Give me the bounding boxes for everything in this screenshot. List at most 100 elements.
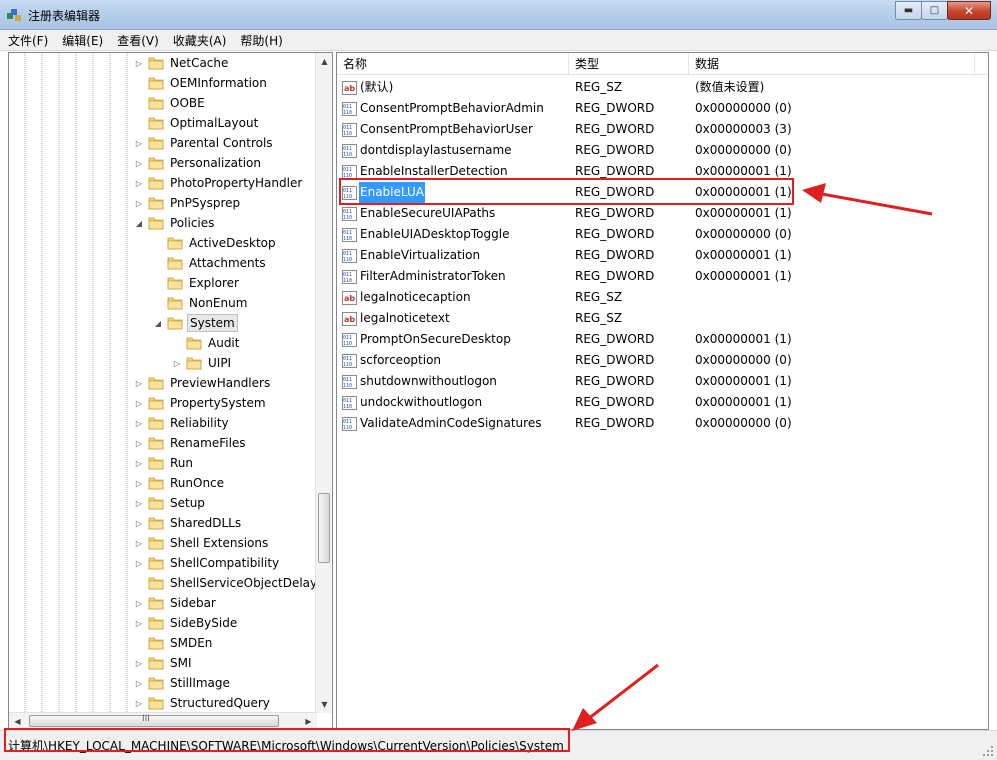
tree-node[interactable]: SMDEn: [133, 633, 214, 653]
tree-node[interactable]: ▷ RenameFiles: [133, 433, 248, 453]
menu-edit[interactable]: 编辑(E): [54, 32, 109, 49]
menu-view[interactable]: 查看(V): [109, 32, 165, 49]
tree-node[interactable]: Audit: [171, 333, 241, 353]
column-header-data[interactable]: 数据: [689, 53, 975, 75]
menu-help[interactable]: 帮助(H): [232, 32, 288, 49]
tree-horizontal-scrollbar[interactable]: ◀ III ▶: [9, 712, 317, 729]
value-row[interactable]: 011 110 ValidateAdminCodeSignatures REG_DWO…: [337, 413, 988, 434]
tree-node[interactable]: ▷ ShellCompatibility: [133, 553, 281, 573]
tree-node-label: SMI: [170, 656, 192, 670]
value-row[interactable]: 011 110 FilterAdministratorToken REG_DWORD 0…: [337, 266, 988, 287]
expand-icon[interactable]: ▷: [133, 657, 145, 669]
close-button[interactable]: ✕: [947, 1, 991, 20]
collapse-icon[interactable]: ◢: [133, 217, 145, 229]
expand-icon[interactable]: ▷: [133, 617, 145, 629]
expand-icon[interactable]: ▷: [133, 457, 145, 469]
expand-icon[interactable]: ▷: [133, 437, 145, 449]
expand-icon[interactable]: ▷: [133, 377, 145, 389]
value-list[interactable]: 名称 类型 数据 ab (默认) REG_SZ (数值未设置) 011 110 Consen…: [336, 52, 989, 730]
tree-node[interactable]: OptimalLayout: [133, 113, 260, 133]
scroll-down-icon[interactable]: ▼: [316, 696, 332, 713]
tree-node[interactable]: Attachments: [152, 253, 268, 273]
scroll-thumb[interactable]: [318, 493, 330, 563]
expand-icon[interactable]: ▷: [133, 677, 145, 689]
minimize-button[interactable]: ▬: [895, 1, 922, 20]
value-row[interactable]: 011 110 shutdownwithoutlogon REG_DWORD 0x000…: [337, 371, 988, 392]
expand-icon[interactable]: ▷: [133, 497, 145, 509]
scroll-up-icon[interactable]: ▲: [316, 53, 332, 70]
folder-icon: [167, 277, 183, 290]
tree-node[interactable]: ▷ Shell Extensions: [133, 533, 270, 553]
value-row[interactable]: 011 110 EnableUIADesktopToggle REG_DWORD 0x0…: [337, 224, 988, 245]
value-row[interactable]: ab legalnoticetext REG_SZ: [337, 308, 988, 329]
tree-node[interactable]: ▷ RunOnce: [133, 473, 226, 493]
tree-node[interactable]: ▷ Personalization: [133, 153, 263, 173]
tree-node[interactable]: ▷ Sidebar: [133, 593, 218, 613]
resize-grip-icon[interactable]: [982, 745, 994, 757]
value-row[interactable]: 011 110 ConsentPromptBehaviorAdmin REG_DWOR…: [337, 98, 988, 119]
tree-node[interactable]: ShellServiceObjectDelayLoad: [133, 573, 332, 593]
menu-file[interactable]: 文件(F): [0, 32, 54, 49]
tree-node[interactable]: ▷ PropertySystem: [133, 393, 268, 413]
key-tree[interactable]: ▷ NetCache OEMInformation OOBE OptimalLayout…: [8, 52, 333, 730]
value-row[interactable]: 011 110 scforceoption REG_DWORD 0x00000000 (…: [337, 350, 988, 371]
tree-node[interactable]: ▷ SMI: [133, 653, 194, 673]
column-header-name[interactable]: 名称: [337, 53, 569, 75]
tree-node[interactable]: ▷ NetCache: [133, 53, 230, 73]
expand-icon[interactable]: ▷: [133, 517, 145, 529]
expand-icon[interactable]: ▷: [133, 537, 145, 549]
expand-icon[interactable]: ▷: [171, 357, 183, 369]
expand-icon[interactable]: ▷: [133, 177, 145, 189]
tree-node[interactable]: ▷ SideBySide: [133, 613, 239, 633]
dword-value-icon: 011110: [342, 101, 357, 116]
tree-node[interactable]: ▷ UIPI: [171, 353, 233, 373]
collapse-icon[interactable]: ◢: [152, 317, 164, 329]
value-row[interactable]: 011 110 dontdisplaylastusername REG_DWORD 0x…: [337, 140, 988, 161]
expand-icon[interactable]: ▷: [133, 137, 145, 149]
expand-icon[interactable]: ▷: [133, 157, 145, 169]
tree-node[interactable]: ▷ SharedDLLs: [133, 513, 243, 533]
expand-icon[interactable]: ▷: [133, 597, 145, 609]
value-row[interactable]: 011 110 ConsentPromptBehaviorUser REG_DWORD…: [337, 119, 988, 140]
expand-icon[interactable]: ▷: [133, 397, 145, 409]
value-row[interactable]: ab (默认) REG_SZ (数值未设置): [337, 77, 988, 98]
value-name: legalnoticetext: [360, 311, 450, 325]
tree-node[interactable]: ▷ Reliability: [133, 413, 231, 433]
tree-node[interactable]: ▷ PhotoPropertyHandler: [133, 173, 304, 193]
tree-node[interactable]: ▷ StructuredQuery: [133, 693, 272, 713]
expand-icon[interactable]: ▷: [133, 417, 145, 429]
value-row[interactable]: 011 110 EnableSecureUIAPaths REG_DWORD 0x000…: [337, 203, 988, 224]
expand-icon[interactable]: ▷: [133, 57, 145, 69]
value-row[interactable]: ab legalnoticecaption REG_SZ: [337, 287, 988, 308]
expand-icon[interactable]: ▷: [133, 477, 145, 489]
tree-node[interactable]: ▷ StillImage: [133, 673, 232, 693]
tree-node[interactable]: OEMInformation: [133, 73, 269, 93]
value-row[interactable]: 011 110 PromptOnSecureDesktop REG_DWORD 0x00…: [337, 329, 988, 350]
tree-node[interactable]: ◢ Policies: [133, 213, 216, 233]
scroll-thumb-horizontal[interactable]: III: [29, 714, 279, 727]
tree-node[interactable]: ▷ Setup: [133, 493, 207, 513]
tree-node-label: System: [187, 314, 238, 332]
tree-node[interactable]: ▷ Parental Controls: [133, 133, 275, 153]
tree-node[interactable]: NonEnum: [152, 293, 249, 313]
expand-icon[interactable]: ▷: [133, 197, 145, 209]
tree-node-label: ShellCompatibility: [170, 556, 280, 570]
tree-vertical-scrollbar[interactable]: ▲ ▼: [315, 53, 332, 713]
column-header-type[interactable]: 类型: [569, 53, 689, 75]
expand-icon[interactable]: ▷: [133, 697, 145, 709]
menu-favorites[interactable]: 收藏夹(A): [165, 32, 233, 49]
expand-icon[interactable]: ▷: [133, 557, 145, 569]
tree-node[interactable]: Explorer: [152, 273, 241, 293]
tree-node[interactable]: ActiveDesktop: [152, 233, 278, 253]
tree-node[interactable]: ◢ System: [152, 313, 238, 333]
tree-node[interactable]: ▷ PnPSysprep: [133, 193, 242, 213]
tree-node[interactable]: ▷ Run: [133, 453, 195, 473]
tree-node[interactable]: OOBE: [133, 93, 207, 113]
dword-value-icon: 011110: [342, 122, 357, 137]
tree-node[interactable]: ▷ PreviewHandlers: [133, 373, 272, 393]
svg-text:110: 110: [343, 257, 352, 263]
maximize-button[interactable]: □: [921, 1, 948, 20]
value-row[interactable]: 011 110 EnableVirtualization REG_DWORD 0x000…: [337, 245, 988, 266]
value-row[interactable]: 011 110 undockwithoutlogon REG_DWORD 0x00000…: [337, 392, 988, 413]
